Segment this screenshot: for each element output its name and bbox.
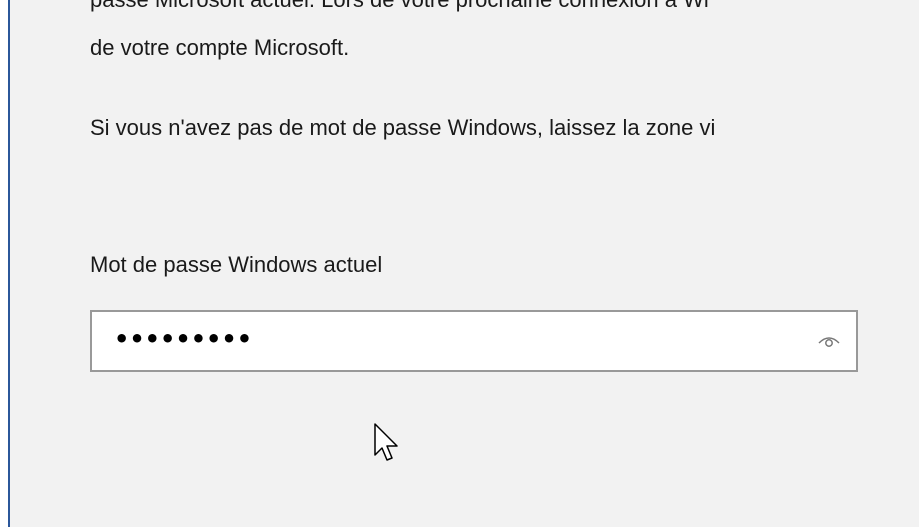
mouse-pointer-icon xyxy=(374,423,398,461)
dialog-message-line: de votre compte Microsoft. xyxy=(90,35,350,60)
reveal-password-button[interactable] xyxy=(814,326,844,356)
dialog-message-line: Si vous n'avez pas de mot de passe Windo… xyxy=(90,115,716,140)
dialog-message-clipped-line: passe Microsoft actuel. Lors de votre pr… xyxy=(90,0,709,14)
window-frame: passe Microsoft actuel. Lors de votre pr… xyxy=(0,0,919,527)
dialog-content: passe Microsoft actuel. Lors de votre pr… xyxy=(10,0,919,527)
password-masked-value: ••••••••• xyxy=(114,325,253,353)
eye-icon xyxy=(818,337,840,347)
current-password-input[interactable]: ••••••••• xyxy=(90,310,858,372)
current-password-label: Mot de passe Windows actuel xyxy=(90,252,383,277)
